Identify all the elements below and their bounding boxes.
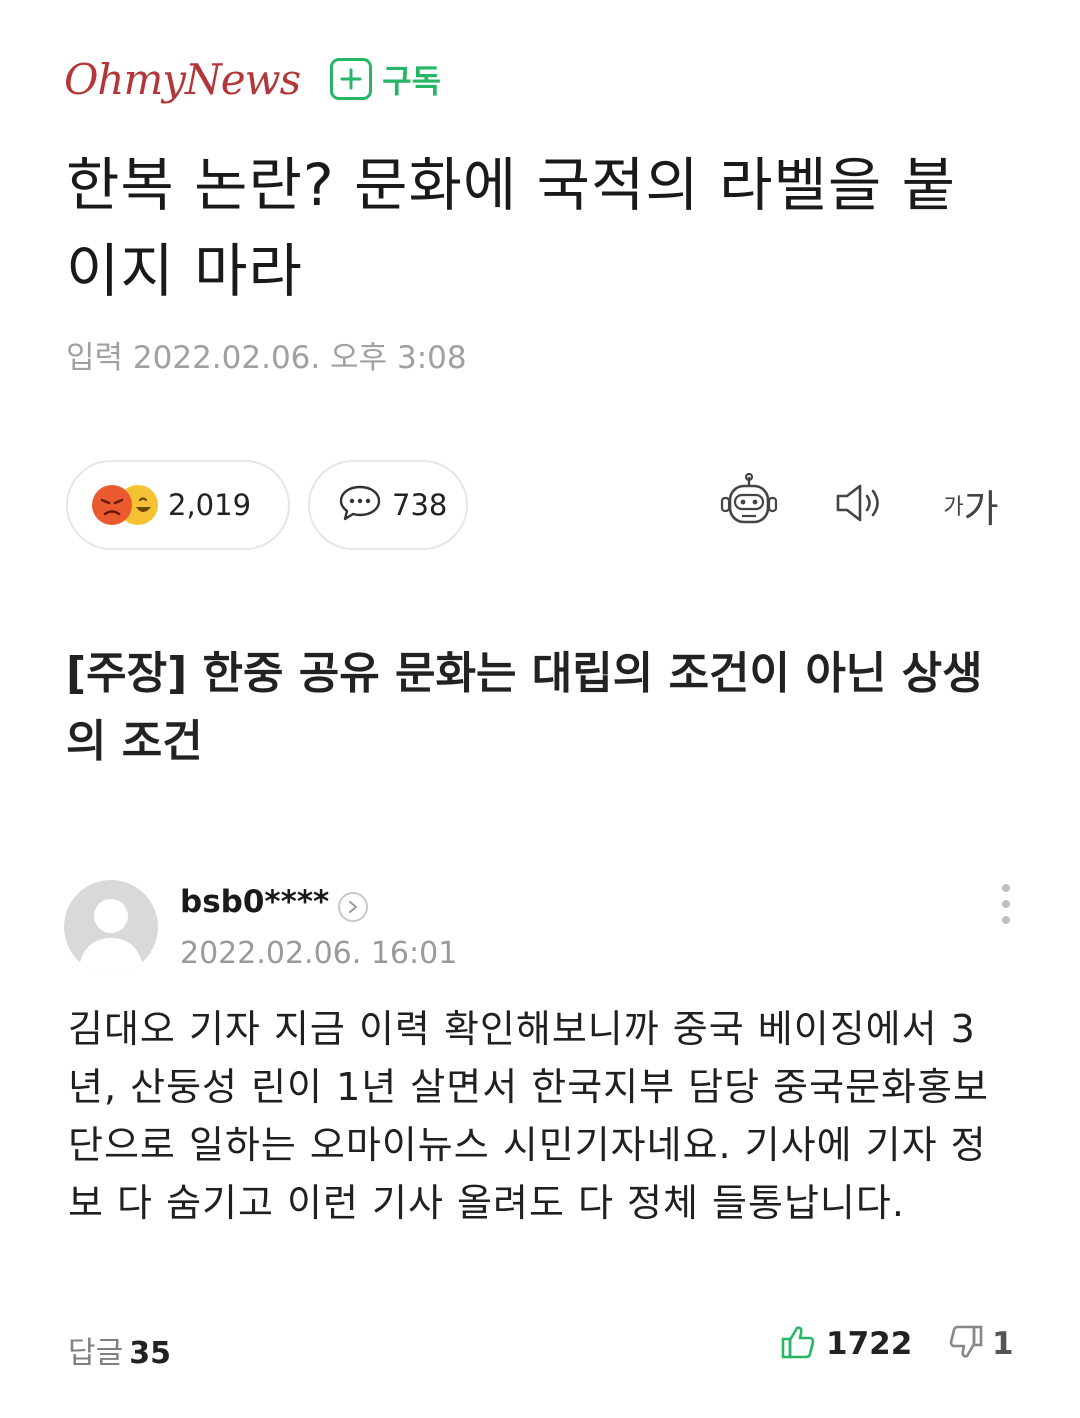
header: OhmyNews 구독 — [64, 44, 441, 114]
read-aloud-button[interactable] — [830, 472, 890, 538]
thumbs-down-icon — [948, 1324, 984, 1364]
dislike-button[interactable]: 1 — [948, 1324, 1014, 1364]
angry-emoji-icon — [92, 485, 132, 525]
comment-count: 738 — [392, 488, 448, 522]
speaker-icon — [832, 481, 888, 529]
comment-body: 김대오 기자 지금 이력 확인해보니까 중국 베이징에서 3년, 산둥성 린이 … — [68, 1007, 989, 1225]
reply-count: 35 — [129, 1336, 171, 1371]
comment-bubble-icon — [338, 483, 382, 527]
comments-button[interactable]: 738 — [308, 460, 468, 550]
article-page: OhmyNews 구독 한복 논란? 문화에 국적의 라벨을 붙이지 마라 입력… — [0, 0, 1080, 1418]
avatar[interactable] — [64, 880, 158, 974]
font-size-small-label: 가 — [943, 495, 964, 520]
article-date: 입력 2022.02.06. 오후 3:08 — [66, 340, 467, 376]
comment-username[interactable]: bsb0**** — [180, 884, 329, 920]
ohmynews-logo[interactable]: OhmyNews — [64, 55, 301, 104]
subscribe-button[interactable]: 구독 — [330, 56, 441, 102]
font-size-large-label: 가 — [963, 486, 999, 531]
article-title: 한복 논란? 문화에 국적의 라벨을 붙이지 마라 — [66, 151, 957, 305]
dislike-count: 1 — [992, 1326, 1014, 1362]
thumbs-up-icon — [780, 1324, 816, 1364]
reaction-count: 2,019 — [168, 488, 252, 522]
comment-date: 2022.02.06. 16:01 — [180, 936, 458, 971]
font-size-button[interactable]: 가가 — [936, 472, 1006, 538]
comment-card: bsb0**** 2022.02.06. 16:01 김대오 기자 지금 이력 … — [62, 840, 1022, 1380]
like-button[interactable]: 1722 — [780, 1324, 912, 1364]
subscribe-label: 구독 — [382, 62, 442, 100]
reply-button[interactable]: 답글 35 — [68, 1328, 171, 1372]
plus-icon — [330, 58, 373, 100]
reply-label: 답글 — [68, 1336, 124, 1371]
like-count: 1722 — [826, 1326, 913, 1362]
ai-summary-button[interactable] — [716, 472, 782, 538]
chevron-right-icon[interactable] — [338, 892, 368, 922]
reactions-button[interactable]: 2,019 — [66, 460, 290, 550]
article-subtitle: [주장] 한중 공유 문화는 대립의 조건이 아닌 상생의 조건 — [66, 648, 983, 767]
more-options-icon[interactable] — [998, 884, 1014, 932]
robot-icon — [718, 472, 780, 537]
